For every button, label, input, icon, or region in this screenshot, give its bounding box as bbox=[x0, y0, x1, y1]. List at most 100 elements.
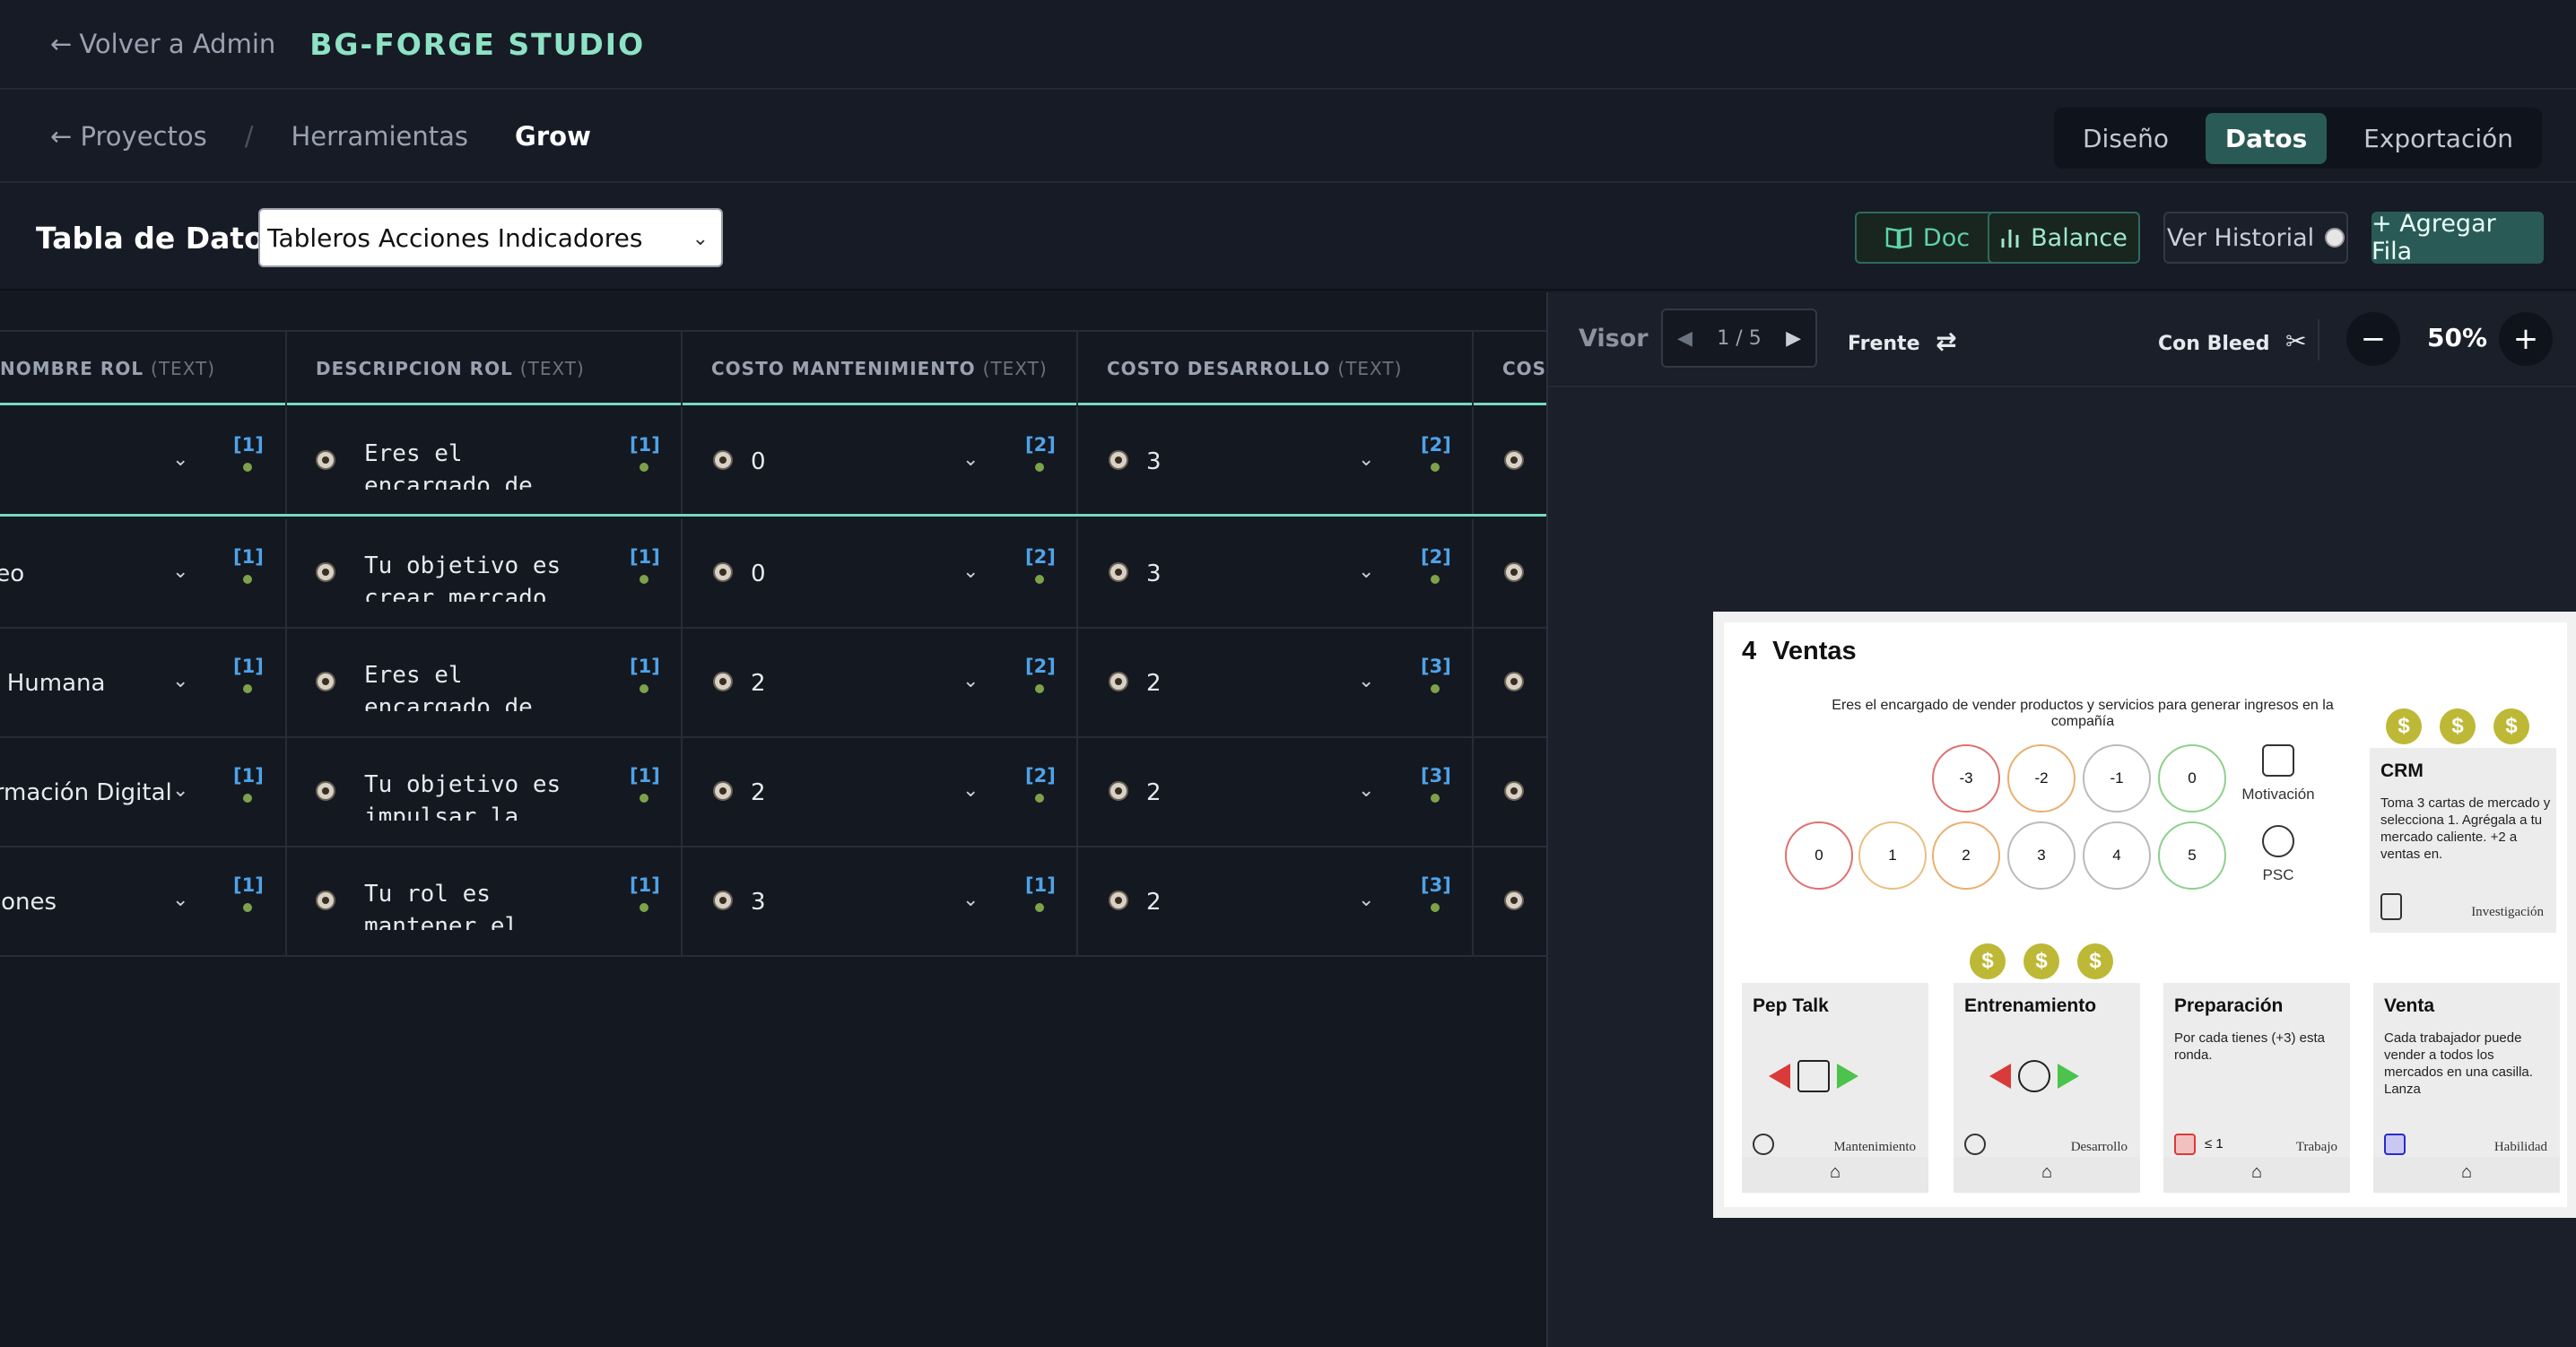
eye-icon[interactable] bbox=[1109, 781, 1128, 801]
table-row[interactable]: Operaciones ⌄ [1] Tu rol es mantener el … bbox=[0, 847, 1546, 957]
reference-link[interactable]: [1] bbox=[233, 434, 264, 456]
cell-description[interactable]: Tu rol es mantener el [1] bbox=[287, 847, 683, 955]
cell-maintenance-cost[interactable]: 2 ⌄ [2] bbox=[683, 738, 1078, 846]
eye-icon[interactable] bbox=[1109, 891, 1128, 910]
zoom-in-button[interactable]: + bbox=[2499, 312, 2553, 366]
chevron-down-icon[interactable]: ⌄ bbox=[962, 448, 979, 471]
reference-link[interactable]: [1] bbox=[630, 874, 660, 896]
next-page-icon[interactable]: ▶ bbox=[1786, 327, 1801, 350]
reference-link[interactable]: [1] bbox=[233, 765, 264, 786]
cell-cost[interactable] bbox=[1474, 519, 1546, 627]
reference-link[interactable]: [2] bbox=[1025, 434, 1056, 456]
cell-role[interactable]: Ventas ⌄ [1] bbox=[0, 407, 287, 514]
reference-link[interactable]: [3] bbox=[1421, 656, 1451, 677]
eye-icon[interactable] bbox=[713, 450, 733, 470]
reference-link[interactable]: [1] bbox=[630, 656, 660, 677]
eye-icon[interactable] bbox=[316, 562, 335, 582]
breadcrumb-projects[interactable]: ← Proyectos bbox=[50, 121, 207, 152]
cell-maintenance-cost[interactable]: 3 ⌄ [1] bbox=[683, 847, 1078, 955]
reference-link[interactable]: [3] bbox=[1421, 765, 1451, 786]
column-header-cost[interactable]: COSTO bbox=[1474, 332, 1546, 405]
cell-role[interactable]: Gestión Humana ⌄ [1] bbox=[0, 629, 287, 736]
eye-icon[interactable] bbox=[1109, 562, 1128, 582]
add-row-button[interactable]: + Agregar Fila bbox=[2371, 210, 2544, 265]
cell-maintenance-cost[interactable]: 0 ⌄ [2] bbox=[683, 519, 1078, 627]
eye-icon[interactable] bbox=[713, 562, 733, 582]
cell-development-cost[interactable]: 2 ⌄ [3] bbox=[1078, 629, 1474, 736]
reference-link[interactable]: [1] bbox=[233, 546, 264, 568]
cell-role[interactable]: Operaciones ⌄ [1] bbox=[0, 847, 287, 955]
cell-cost[interactable] bbox=[1474, 407, 1546, 514]
chevron-down-icon[interactable]: ⌄ bbox=[1358, 779, 1374, 802]
eye-icon[interactable] bbox=[1504, 450, 1524, 470]
reference-link[interactable]: [2] bbox=[1025, 765, 1056, 786]
cell-description[interactable]: Eres el encargado de [1] bbox=[287, 407, 683, 514]
eye-icon[interactable] bbox=[713, 672, 733, 691]
column-header-development-cost[interactable]: COSTO DESARROLLO (TEXT) bbox=[1078, 332, 1474, 405]
chevron-down-icon[interactable]: ⌄ bbox=[962, 670, 979, 692]
cell-description[interactable]: Eres el encargado de [1] bbox=[287, 629, 683, 736]
eye-icon[interactable] bbox=[1109, 672, 1128, 691]
eye-icon[interactable] bbox=[1504, 891, 1524, 910]
reference-link[interactable]: [1] bbox=[630, 765, 660, 786]
reference-link[interactable]: [1] bbox=[630, 434, 660, 456]
doc-button[interactable]: Doc bbox=[1855, 212, 2000, 264]
chevron-down-icon[interactable]: ⌄ bbox=[1358, 670, 1374, 692]
cell-role[interactable]: Transformación Digital ⌄ [1] bbox=[0, 738, 287, 846]
breadcrumb-tools[interactable]: Herramientas bbox=[292, 121, 469, 152]
eye-icon[interactable] bbox=[1504, 562, 1524, 582]
chevron-down-icon[interactable]: ⌄ bbox=[962, 889, 979, 911]
chevron-down-icon[interactable]: ⌄ bbox=[1358, 561, 1374, 583]
table-row[interactable]: Ventas ⌄ [1] Eres el encargado de [1] 0 … bbox=[0, 407, 1546, 517]
cell-maintenance-cost[interactable]: 2 ⌄ [2] bbox=[683, 629, 1078, 736]
eye-icon[interactable] bbox=[316, 891, 335, 910]
reference-link[interactable]: [1] bbox=[233, 656, 264, 677]
chevron-down-icon[interactable]: ⌄ bbox=[962, 561, 979, 583]
tab-design[interactable]: Diseño bbox=[2063, 113, 2189, 164]
cell-maintenance-cost[interactable]: 0 ⌄ [2] bbox=[683, 407, 1078, 514]
column-header-role[interactable]: NOMBRE ROL (TEXT) bbox=[0, 332, 287, 405]
reference-link[interactable]: [1] bbox=[630, 546, 660, 568]
reference-link[interactable]: [3] bbox=[1421, 874, 1451, 896]
tab-export[interactable]: Exportación bbox=[2344, 113, 2533, 164]
cell-cost[interactable] bbox=[1474, 738, 1546, 846]
reference-link[interactable]: [2] bbox=[1025, 656, 1056, 677]
cell-cost[interactable] bbox=[1474, 847, 1546, 955]
column-header-description[interactable]: DESCRIPCION ROL (TEXT) bbox=[287, 332, 683, 405]
chevron-down-icon[interactable]: ⌄ bbox=[1358, 448, 1374, 471]
reference-link[interactable]: [2] bbox=[1025, 546, 1056, 568]
eye-icon[interactable] bbox=[1504, 672, 1524, 691]
eye-icon[interactable] bbox=[1109, 450, 1128, 470]
eye-icon[interactable] bbox=[316, 672, 335, 691]
zoom-out-button[interactable]: − bbox=[2346, 312, 2400, 366]
table-row[interactable]: Transformación Digital ⌄ [1] Tu objetivo… bbox=[0, 738, 1546, 847]
cell-role[interactable]: Mercadeo ⌄ [1] bbox=[0, 519, 287, 627]
eye-icon[interactable] bbox=[1504, 781, 1524, 801]
cell-development-cost[interactable]: 2 ⌄ [3] bbox=[1078, 738, 1474, 846]
prev-page-icon[interactable]: ◀ bbox=[1677, 327, 1693, 350]
reference-link[interactable]: [2] bbox=[1421, 434, 1451, 456]
balance-button[interactable]: Balance bbox=[1988, 212, 2140, 264]
chevron-down-icon[interactable]: ⌄ bbox=[172, 889, 188, 911]
cell-development-cost[interactable]: 3 ⌄ [2] bbox=[1078, 407, 1474, 514]
eye-icon[interactable] bbox=[316, 450, 335, 470]
eye-icon[interactable] bbox=[713, 781, 733, 801]
cell-description[interactable]: Tu objetivo es crear mercado [1] bbox=[287, 519, 683, 627]
chevron-down-icon[interactable]: ⌄ bbox=[172, 561, 188, 583]
chevron-down-icon[interactable]: ⌄ bbox=[172, 448, 188, 471]
table-row[interactable]: Mercadeo ⌄ [1] Tu objetivo es crear merc… bbox=[0, 519, 1546, 629]
reference-link[interactable]: [2] bbox=[1421, 546, 1451, 568]
cell-development-cost[interactable]: 2 ⌄ [3] bbox=[1078, 847, 1474, 955]
cell-description[interactable]: Tu objetivo es impulsar la [1] bbox=[287, 738, 683, 846]
tab-data[interactable]: Datos bbox=[2205, 112, 2328, 164]
reference-link[interactable]: [1] bbox=[1025, 874, 1056, 896]
history-button[interactable]: Ver Historial bbox=[2163, 212, 2348, 264]
chevron-down-icon[interactable]: ⌄ bbox=[1358, 889, 1374, 911]
table-row[interactable]: Gestión Humana ⌄ [1] Eres el encargado d… bbox=[0, 629, 1546, 738]
column-header-maintenance-cost[interactable]: COSTO MANTENIMIENTO (TEXT) bbox=[683, 332, 1078, 405]
chevron-down-icon[interactable]: ⌄ bbox=[172, 779, 188, 802]
reference-link[interactable]: [1] bbox=[233, 874, 264, 896]
bleed-toggle[interactable]: Con Bleed ✂ bbox=[2158, 326, 2307, 356]
back-to-admin-link[interactable]: ← Volver a Admin bbox=[50, 29, 275, 59]
chevron-down-icon[interactable]: ⌄ bbox=[962, 779, 979, 802]
